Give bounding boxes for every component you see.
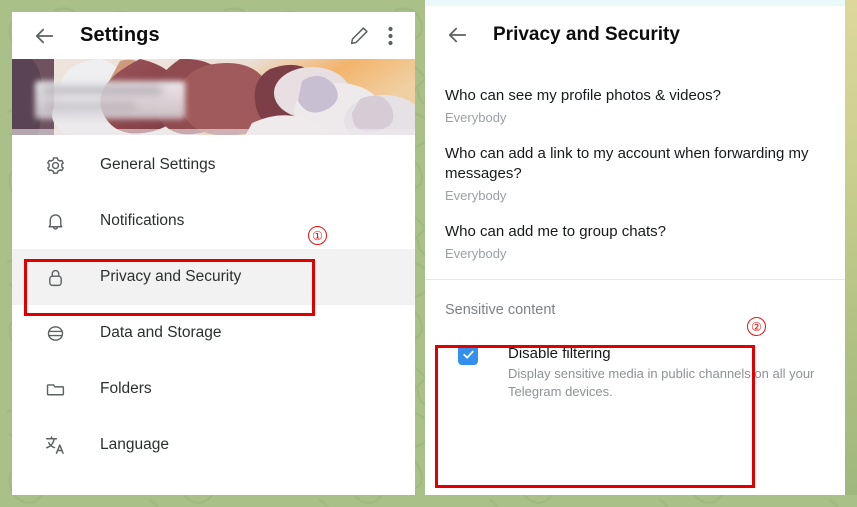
back-arrow-icon[interactable] (445, 22, 471, 48)
profile-cover-photo[interactable] (12, 59, 415, 135)
section-title: Sensitive content (445, 301, 556, 318)
privacy-option-forward-link[interactable]: Who can add a link to my account when fo… (445, 125, 829, 203)
background-gradient-strip (845, 0, 857, 495)
sidebar-item-label: General Settings (100, 156, 216, 173)
sidebar-item-label: Language (100, 436, 169, 453)
privacy-question: Who can add me to group chats? (445, 222, 666, 240)
privacy-value: Everybody (445, 187, 507, 203)
privacy-value: Everybody (445, 109, 507, 125)
pencil-icon[interactable] (345, 22, 373, 50)
privacy-question: Who can add a link to my account when fo… (445, 144, 809, 182)
lock-icon (42, 267, 68, 288)
settings-header: Settings (12, 12, 415, 59)
option-description: Display sensitive media in public channe… (508, 365, 815, 399)
privacy-option-group-chats[interactable]: Who can add me to group chats? Everybody (445, 203, 829, 261)
annotation-marker-1: ① (308, 226, 327, 245)
three-dots-vertical-icon[interactable] (379, 22, 401, 50)
sidebar-item-label: Data and Storage (100, 324, 222, 341)
bell-icon (42, 211, 68, 232)
sidebar-item-label: Folders (100, 380, 152, 397)
privacy-security-panel: Privacy and Security Who can see my prof… (425, 0, 845, 495)
privacy-options-list: Who can see my profile photos & videos? … (425, 63, 845, 261)
disable-filtering-text: Disable filtering Display sensitive medi… (508, 345, 829, 401)
option-title: Disable filtering (508, 344, 611, 362)
database-icon (42, 323, 68, 344)
checkmark-icon (462, 350, 474, 359)
back-arrow-icon[interactable] (32, 23, 58, 49)
sidebar-item-general-settings[interactable]: General Settings (12, 137, 415, 193)
gear-icon (42, 155, 68, 176)
settings-panel: Settings General Settings Notifications … (12, 12, 415, 495)
privacy-option-profile-photos[interactable]: Who can see my profile photos & videos? … (445, 63, 829, 125)
translate-icon (42, 434, 68, 456)
folder-icon (42, 379, 68, 400)
sidebar-item-data-and-storage[interactable]: Data and Storage (12, 305, 415, 361)
page-title: Settings (80, 24, 160, 46)
sidebar-item-label: Notifications (100, 212, 185, 229)
disable-filtering-checkbox[interactable] (458, 344, 478, 365)
window-top-tint (425, 0, 845, 6)
annotation-marker-2: ② (747, 317, 766, 336)
disable-filtering-row[interactable]: Disable filtering Display sensitive medi… (445, 344, 829, 401)
sidebar-item-notifications[interactable]: Notifications (12, 193, 415, 249)
sidebar-item-label: Privacy and Security (100, 268, 242, 285)
page-title: Privacy and Security (493, 23, 680, 45)
blurred-profile-name (35, 81, 185, 119)
sidebar-item-language[interactable]: Language (12, 417, 415, 473)
sensitive-content-section: Sensitive content Disable filtering Disp… (425, 280, 845, 401)
settings-menu: General Settings Notifications Privacy a… (12, 135, 415, 473)
sidebar-item-privacy-and-security[interactable]: Privacy and Security (12, 249, 415, 305)
sidebar-item-folders[interactable]: Folders (12, 361, 415, 417)
privacy-value: Everybody (445, 245, 507, 261)
privacy-question: Who can see my profile photos & videos? (445, 87, 721, 104)
privacy-header: Privacy and Security (425, 0, 845, 63)
